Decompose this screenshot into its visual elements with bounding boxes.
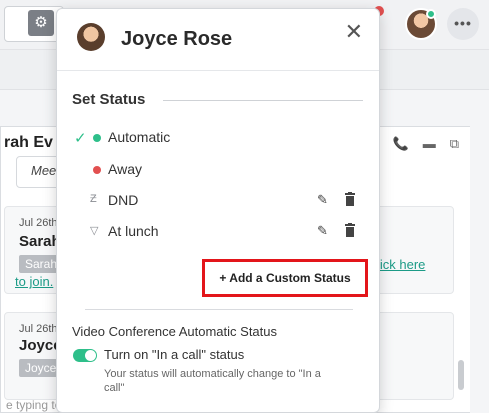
lunch-icon: ▽ (90, 225, 99, 237)
popup-user-name: Joyce Rose (121, 28, 233, 50)
message-date: Jul 26th (19, 323, 58, 335)
status-label: At lunch (108, 223, 159, 239)
gear-icon[interactable]: ⚙ (28, 10, 54, 36)
red-dot-icon (93, 166, 101, 174)
dnd-icon: Ƶ (90, 193, 97, 205)
avatar (77, 23, 105, 51)
green-dot-icon (93, 134, 101, 142)
section-divider (85, 309, 353, 310)
top-right-controls: ••• (405, 8, 479, 40)
status-label: Away (108, 161, 142, 177)
more-options-button[interactable]: ••• (447, 8, 479, 40)
edit-icon[interactable]: ✎ (317, 192, 328, 208)
join-link[interactable]: to join. (15, 274, 53, 289)
user-avatar[interactable] (405, 8, 437, 40)
set-status-heading: Set Status (72, 91, 146, 108)
edit-icon[interactable]: ✎ (317, 223, 328, 239)
status-option-away[interactable]: Away (57, 157, 379, 183)
status-option-automatic[interactable]: ✓ Automatic (57, 125, 379, 151)
status-popup: Joyce Rose ✕ Set Status ✓ Automatic Away… (56, 8, 380, 413)
toggle-label: Turn on "In a call" status (104, 347, 245, 362)
click-here-link[interactable]: lick here (377, 257, 425, 272)
add-custom-status-button[interactable]: + Add a Custom Status (207, 266, 363, 290)
popout-icon[interactable]: ⧉ (450, 136, 459, 152)
video-conference-heading: Video Conference Automatic Status (72, 324, 277, 339)
message-sender: Sarah (19, 233, 61, 250)
section-divider (163, 100, 363, 101)
phone-icon[interactable]: 📞 (393, 136, 409, 152)
close-icon[interactable]: ✕ (345, 21, 363, 43)
chat-partner-name: rah Ev (4, 134, 53, 151)
status-label: DND (108, 192, 139, 208)
trash-icon[interactable] (344, 223, 356, 237)
toggle-help-text: Your status will automatically change to… (104, 368, 321, 394)
message-date: Jul 26th (19, 217, 58, 229)
status-label: Automatic (108, 129, 171, 145)
toggle-knob (85, 350, 96, 361)
popup-header: Joyce Rose ✕ (57, 9, 379, 71)
scrollbar-thumb[interactable] (458, 360, 464, 390)
status-option-at-lunch[interactable]: ▽ At lunch ✎ (57, 219, 379, 245)
in-call-toggle[interactable] (73, 349, 97, 362)
checkmark-icon: ✓ (74, 130, 87, 147)
status-option-dnd[interactable]: Ƶ DND ✎ (57, 188, 379, 214)
folder-icon[interactable]: ▬ (423, 136, 436, 152)
online-indicator (426, 9, 436, 19)
trash-icon[interactable] (344, 192, 356, 206)
chat-header-actions: 📞 ▬ ⧉ (393, 136, 459, 152)
